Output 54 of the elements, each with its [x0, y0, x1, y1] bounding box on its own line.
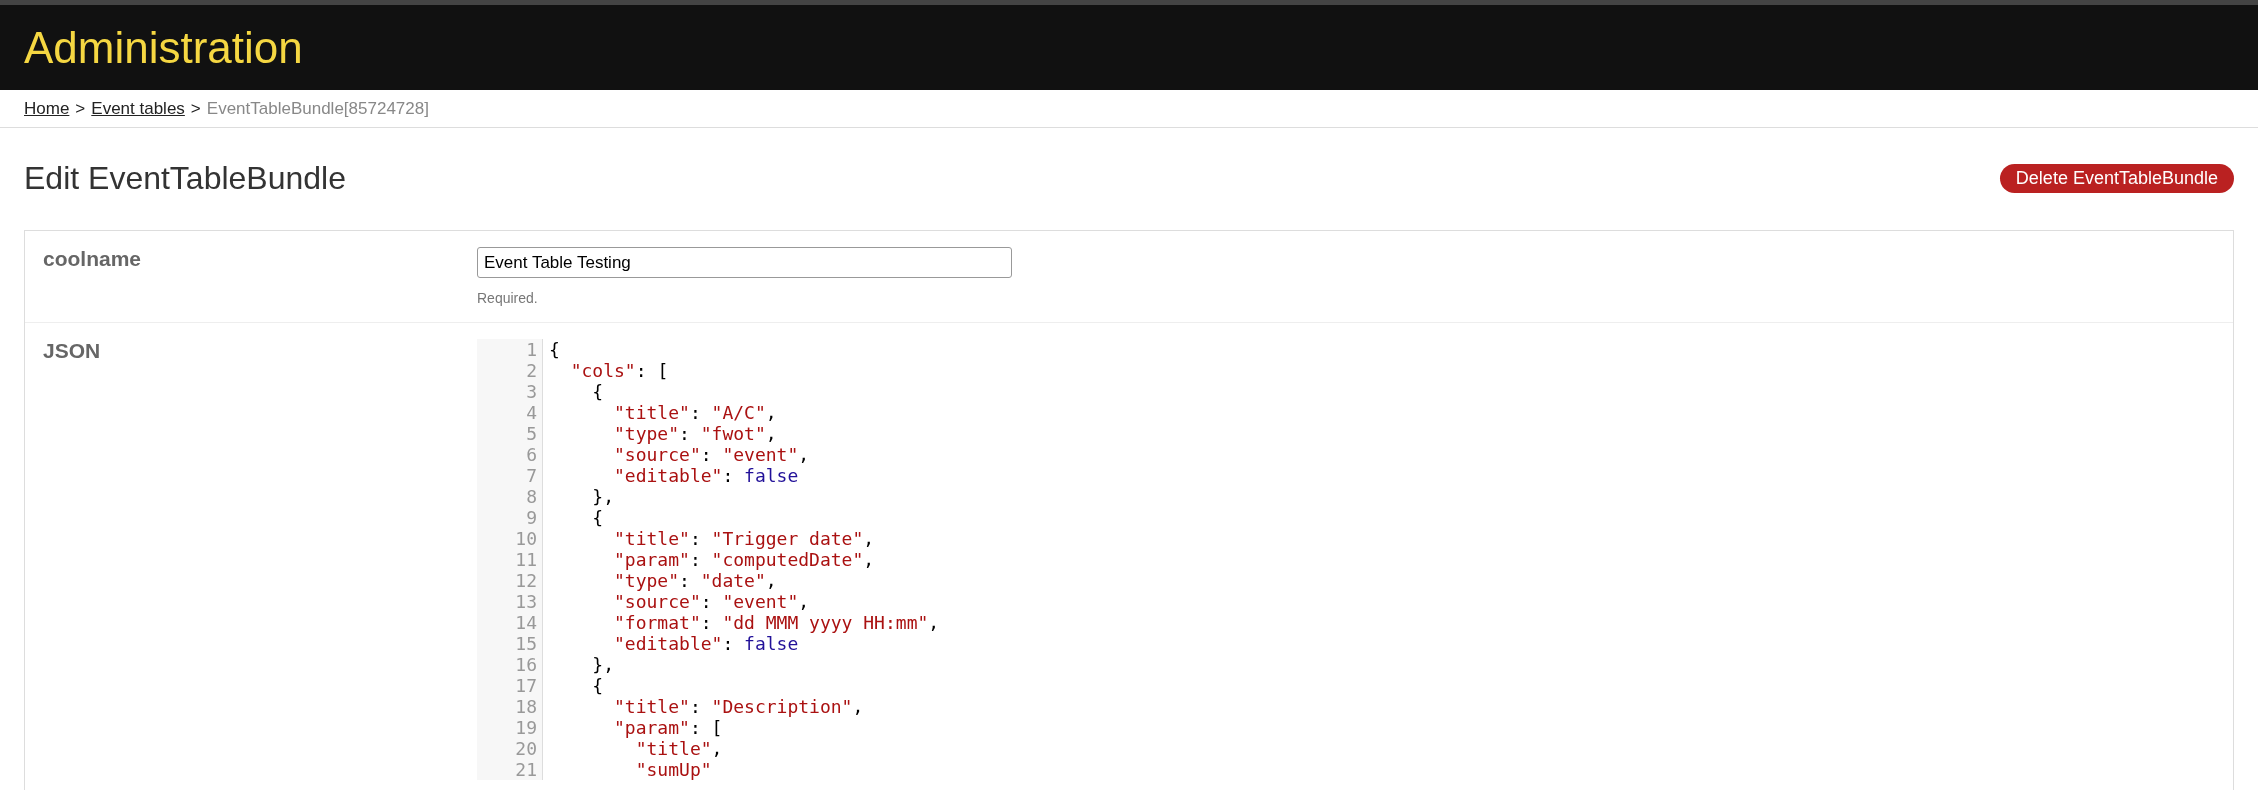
input-field[interactable]: Event Table Testing: [477, 247, 1012, 278]
code-line: {: [591, 675, 604, 696]
code-line: {: [549, 339, 560, 360]
page-heading: Edit EventTableBundle: [24, 159, 346, 197]
line-number: 13: [477, 591, 543, 612]
line-number: 9: [477, 507, 543, 528]
code-line: {: [591, 381, 604, 402]
line-number: 6: [477, 444, 543, 465]
code-line: "param": [: [613, 717, 723, 738]
line-number: 16: [477, 654, 543, 675]
field-label: coolname: [43, 247, 143, 272]
line-number: 15: [477, 633, 543, 654]
code-line: },: [591, 486, 615, 507]
line-number: 19: [477, 717, 543, 738]
line-number: 20: [477, 738, 543, 759]
code-line: "sumUp": [634, 759, 712, 780]
line-number: 10: [477, 528, 543, 549]
line-number: 1: [477, 339, 543, 360]
line-number: 4: [477, 402, 543, 423]
line-number: 14: [477, 612, 543, 633]
line-number: 8: [477, 486, 543, 507]
code-line: "title": "Trigger date",: [613, 528, 875, 549]
breadcrumb-current: EventTableBundle[85724728]: [206, 98, 429, 119]
delete-button[interactable]: Delete EventTableBundle: [1999, 163, 2234, 193]
code-line: "param": "computedDate",: [613, 549, 875, 570]
code-line: "editable": false: [613, 633, 799, 654]
code-line: "type": "date",: [613, 570, 777, 591]
breadcrumb-link[interactable]: Event tables: [91, 98, 185, 119]
help-text: Required.: [477, 290, 539, 306]
code-line: "title",: [634, 738, 723, 759]
line-number: 17: [477, 675, 543, 696]
line-number: 12: [477, 570, 543, 591]
code-line: "title": "A/C",: [613, 402, 777, 423]
line-number: 21: [477, 759, 543, 780]
line-number: 3: [477, 381, 543, 402]
line-number: 2: [477, 360, 543, 381]
code-line: },: [591, 654, 615, 675]
line-number: 11: [477, 549, 543, 570]
code-line: "type": "fwot",: [613, 423, 777, 444]
code-line: "format": "dd MMM yyyy HH:mm",: [613, 612, 940, 633]
line-number: 5: [477, 423, 543, 444]
code-line: {: [591, 507, 604, 528]
line-number: 18: [477, 696, 543, 717]
breadcrumb-link[interactable]: Home: [24, 98, 70, 119]
code-line: "source": "event",: [613, 444, 810, 465]
field-label: JSON: [43, 339, 102, 364]
code-line: "cols": [: [569, 360, 669, 381]
site-title: Administration: [24, 22, 303, 73]
breadcrumb-separator: >: [75, 98, 86, 119]
code-line: "source": "event",: [613, 591, 810, 612]
line-number: 7: [477, 465, 543, 486]
breadcrumb-separator: >: [190, 98, 201, 119]
code-line: "editable": false: [613, 465, 799, 486]
code-line: "title": "Description",: [613, 696, 864, 717]
